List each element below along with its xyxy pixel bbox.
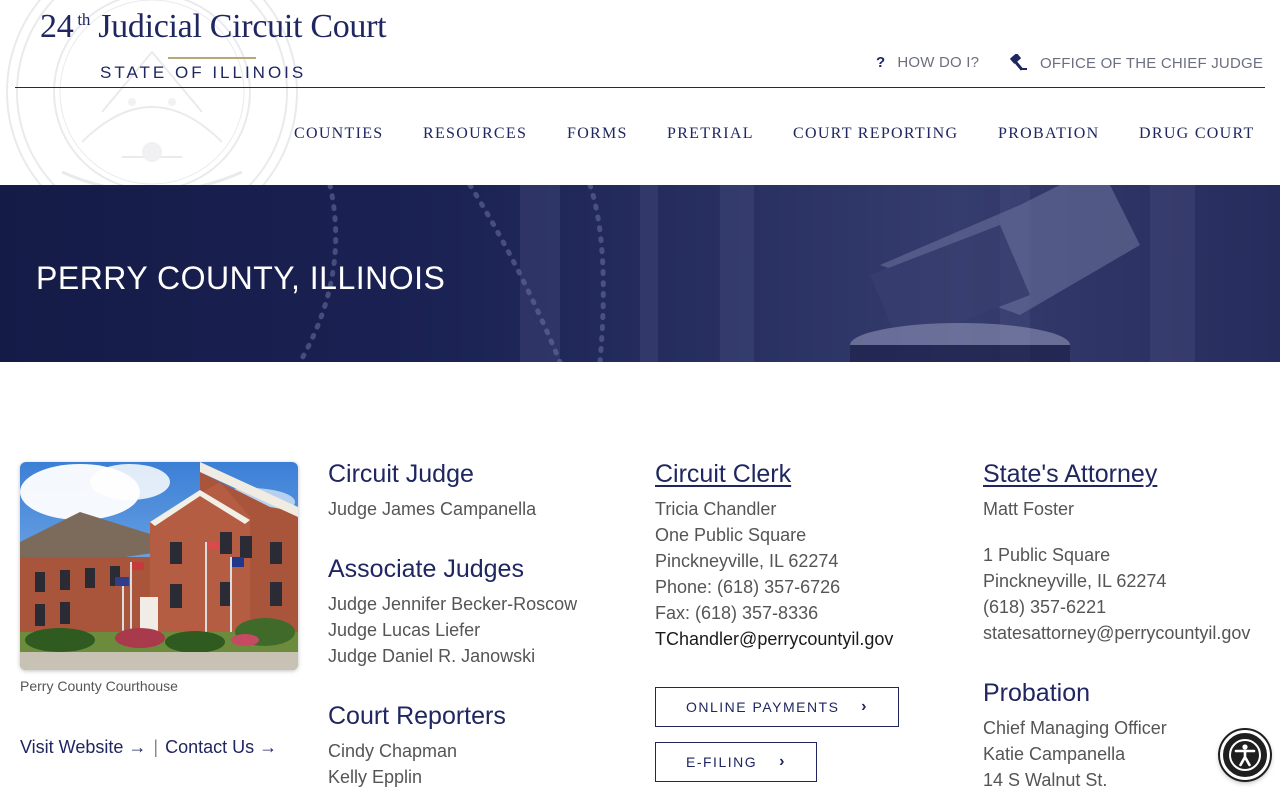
court-reporters-section: Court Reporters Cindy Chapman Kelly Eppl… bbox=[328, 702, 628, 790]
site-header: 24th Judicial Circuit Court STATE OF ILL… bbox=[0, 0, 1280, 185]
how-do-i-label: HOW DO I? bbox=[897, 54, 980, 71]
chief-judge-label: OFFICE OF THE CHIEF JUDGE bbox=[1040, 54, 1264, 72]
accessibility-button[interactable] bbox=[1220, 730, 1270, 780]
chief-judge-link[interactable]: OFFICE OF THE CHIEF JUDGE bbox=[1008, 54, 1263, 72]
nav-counties[interactable]: COUNTIES bbox=[294, 125, 384, 143]
link-separator: | bbox=[153, 737, 159, 757]
clerk-city-line: Pinckneyville, IL 62274 bbox=[655, 551, 839, 571]
nav-resources[interactable]: RESOURCES bbox=[423, 125, 527, 143]
accessibility-icon bbox=[1229, 739, 1261, 771]
sa-address-line: 1 Public Square bbox=[983, 545, 1111, 565]
page-title: PERRY COUNTY, ILLINOIS bbox=[36, 260, 446, 296]
court-reporters-heading: Court Reporters bbox=[328, 702, 506, 730]
clerk-fax: Fax: (618) 357-8336 bbox=[655, 603, 819, 623]
associate-judge-name: Judge Jennifer Becker-Roscow bbox=[328, 594, 578, 614]
logo-divider bbox=[168, 57, 256, 59]
photo-caption: Perry County Courthouse bbox=[20, 678, 178, 694]
gavel-icon bbox=[1008, 54, 1028, 72]
court-reporter-name: Kelly Epplin bbox=[328, 767, 423, 787]
circuit-judge-name: Judge James Campanella bbox=[328, 499, 537, 519]
logo-subtitle: STATE OF ILLINOIS bbox=[100, 63, 307, 82]
courthouse-photo bbox=[20, 462, 298, 670]
clerk-address-line: One Public Square bbox=[655, 525, 807, 545]
clerk-email-link[interactable]: TChandler@perrycountyil.gov bbox=[655, 626, 955, 652]
nav-forms[interactable]: FORMS bbox=[567, 125, 628, 143]
circuit-clerk-section: Circuit Clerk Tricia Chandler One Public… bbox=[655, 460, 955, 652]
e-filing-button[interactable]: E-FILING › bbox=[655, 742, 817, 782]
states-attorney-name: Matt Foster bbox=[983, 499, 1075, 519]
logo-title: 24th Judicial Circuit Court bbox=[40, 8, 387, 46]
how-do-i-link[interactable]: ? HOW DO I? bbox=[876, 54, 979, 71]
question-icon: ? bbox=[876, 54, 886, 71]
header-divider bbox=[15, 87, 1265, 88]
states-attorney-heading-link[interactable]: State's Attorney bbox=[983, 460, 1280, 488]
associate-judge-name: Judge Lucas Liefer bbox=[328, 620, 481, 640]
hero-banner: PERRY COUNTY, ILLINOIS bbox=[0, 185, 1280, 362]
sa-city-line: Pinckneyville, IL 62274 bbox=[983, 571, 1167, 591]
county-links: Visit Website → | Contact Us → bbox=[20, 737, 277, 758]
logo-number: 24 bbox=[40, 8, 74, 45]
online-payments-button[interactable]: ONLINE PAYMENTS › bbox=[655, 687, 899, 727]
contact-us-link[interactable]: Contact Us → bbox=[165, 737, 277, 757]
associate-judges-heading: Associate Judges bbox=[328, 555, 524, 583]
site-logo[interactable]: 24th Judicial Circuit Court STATE OF ILL… bbox=[40, 8, 387, 82]
nav-probation[interactable]: PROBATION bbox=[998, 125, 1100, 143]
logo-court-name: Judicial Circuit Court bbox=[98, 8, 387, 45]
nav-drug-court[interactable]: DRUG COURT bbox=[1139, 125, 1255, 143]
clerk-name: Tricia Chandler bbox=[655, 499, 777, 519]
main-navigation: COUNTIES RESOURCES FORMS PRETRIAL COURT … bbox=[0, 125, 1280, 145]
e-filing-label: E-FILING bbox=[686, 754, 758, 770]
sa-phone: (618) 357-6221 bbox=[983, 597, 1107, 617]
states-attorney-section: State's Attorney Matt Foster 1 Public Sq… bbox=[983, 460, 1280, 646]
probation-heading: Probation bbox=[983, 679, 1091, 707]
circuit-judge-heading: Circuit Judge bbox=[328, 460, 474, 488]
circuit-clerk-heading-link[interactable]: Circuit Clerk bbox=[655, 460, 955, 488]
chevron-right-icon: › bbox=[779, 753, 786, 770]
sa-email: statesattorney@perrycountyil.gov bbox=[983, 623, 1251, 643]
chevron-right-icon: › bbox=[861, 698, 868, 715]
associate-judge-name: Judge Daniel R. Janowski bbox=[328, 646, 536, 666]
visit-website-link[interactable]: Visit Website → bbox=[20, 737, 146, 757]
nav-pretrial[interactable]: PRETRIAL bbox=[667, 125, 754, 143]
logo-suffix: th bbox=[77, 10, 91, 29]
online-payments-label: ONLINE PAYMENTS bbox=[686, 699, 840, 715]
court-reporter-name: Cindy Chapman bbox=[328, 741, 458, 761]
clerk-phone: Phone: (618) 357-6726 bbox=[655, 577, 841, 597]
associate-judges-section: Associate Judges Judge Jennifer Becker-R… bbox=[328, 555, 628, 669]
circuit-judge-section: Circuit Judge Judge James Campanella bbox=[328, 460, 628, 522]
nav-court-reporting[interactable]: COURT REPORTING bbox=[793, 125, 958, 143]
